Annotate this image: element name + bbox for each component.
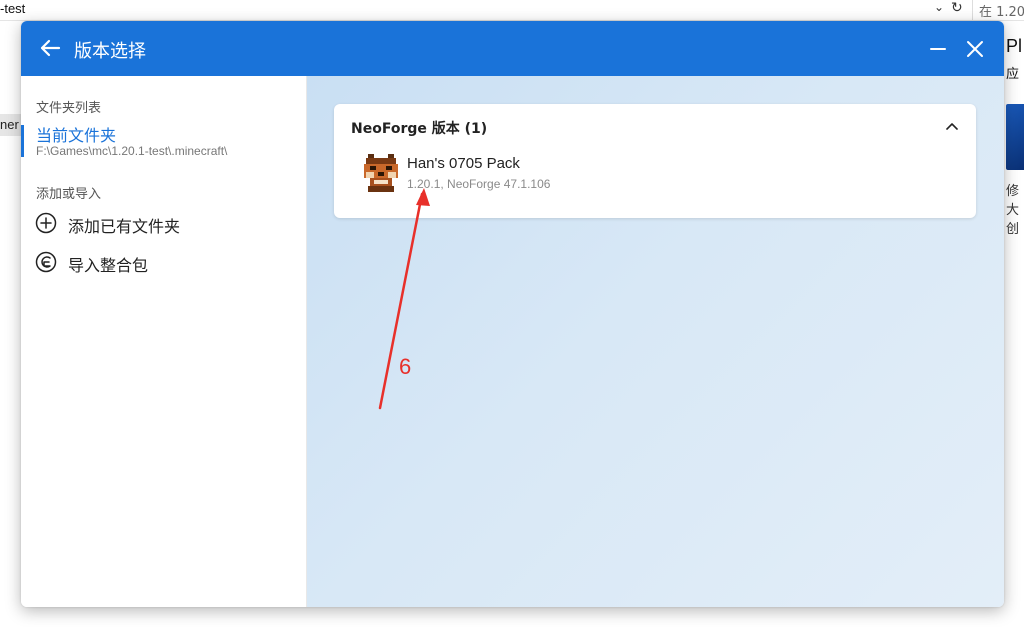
folder-list-label: 文件夹列表 bbox=[36, 101, 102, 116]
plus-circle-icon bbox=[35, 212, 57, 234]
background-address-path: -test bbox=[0, 1, 26, 16]
group-header[interactable]: NeoForge 版本 (1) bbox=[351, 118, 487, 138]
background-right-panel: Pl 应 修 大 创 bbox=[1006, 36, 1024, 239]
version-item[interactable]: Han's 0705 Pack 1.20.1, NeoForge 47.1.10… bbox=[360, 150, 950, 198]
background-left-tag: ner bbox=[0, 114, 22, 136]
current-folder-path: F:\Games\mc\1.20.1-test\.minecraft\ bbox=[36, 144, 228, 158]
refresh-icon[interactable]: ↻ bbox=[951, 0, 963, 16]
import-modpack-label: 导入整合包 bbox=[68, 256, 149, 275]
fox-avatar-icon bbox=[364, 154, 398, 192]
divider bbox=[972, 0, 973, 20]
version-description: 1.20.1, NeoForge 47.1.106 bbox=[407, 177, 551, 191]
import-pack-icon bbox=[35, 251, 57, 273]
dialog-title: 版本选择 bbox=[74, 41, 146, 62]
minimize-button[interactable] bbox=[923, 34, 953, 64]
background-right-line: 创 bbox=[1006, 222, 1020, 237]
arrow-left-icon bbox=[40, 39, 61, 57]
current-folder-title: 当前文件夹 bbox=[36, 126, 117, 145]
annotation-number: 6 bbox=[399, 354, 412, 379]
main-content: NeoForge 版本 (1) Han's 0705 Pack 1.20.1, … bbox=[307, 76, 1004, 607]
close-icon bbox=[967, 41, 983, 57]
version-group-card: NeoForge 版本 (1) Han's 0705 Pack 1.20.1, … bbox=[334, 104, 976, 218]
background-right-lines: 修 大 创 bbox=[1006, 182, 1024, 239]
chevron-down-icon[interactable]: ⌄ bbox=[934, 0, 944, 14]
background-right-line: 大 bbox=[1006, 203, 1020, 218]
selected-indicator bbox=[21, 125, 24, 157]
chevron-up-icon bbox=[946, 123, 958, 130]
import-modpack-button[interactable]: 导入整合包 bbox=[33, 248, 293, 276]
minimize-icon bbox=[930, 48, 946, 50]
close-button[interactable] bbox=[960, 34, 990, 64]
dialog-titlebar: 版本选择 bbox=[21, 21, 1004, 76]
version-name: Han's 0705 Pack bbox=[407, 155, 520, 172]
sidebar: 文件夹列表 当前文件夹 F:\Games\mc\1.20.1-test\.min… bbox=[21, 76, 307, 607]
background-search-box[interactable]: 在 1.20 bbox=[979, 1, 1024, 20]
add-existing-folder-label: 添加已有文件夹 bbox=[68, 217, 181, 236]
version-select-dialog: 版本选择 文件夹列表 当前文件夹 F:\Games\mc\1.20.1-test… bbox=[21, 21, 1004, 607]
add-existing-folder-button[interactable]: 添加已有文件夹 bbox=[33, 209, 293, 237]
collapse-button[interactable] bbox=[942, 117, 962, 137]
background-right-title: Pl bbox=[1006, 36, 1023, 56]
background-app-icon bbox=[1006, 104, 1024, 170]
back-button[interactable] bbox=[35, 33, 65, 63]
background-address-bar: -test ⌄ ↻ 在 1.20 bbox=[0, 0, 1024, 21]
add-import-label: 添加或导入 bbox=[36, 187, 102, 202]
background-right-sub: 应 bbox=[1006, 67, 1020, 82]
background-right-line: 修 bbox=[1006, 184, 1020, 199]
